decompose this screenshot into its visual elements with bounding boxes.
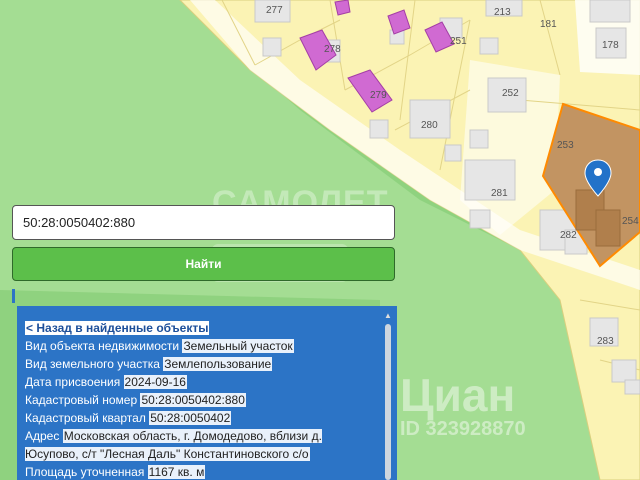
- parcel-label-251: 251: [450, 36, 467, 47]
- back-to-results-link[interactable]: < Назад в найденные объекты: [25, 321, 210, 335]
- info-row-cadastral-quarter: Кадастровый квартал 50:28:0050402: [25, 409, 377, 427]
- info-row-cadastral-number: Кадастровый номер 50:28:0050402:880: [25, 391, 377, 409]
- scroll-thumb[interactable]: [385, 324, 391, 480]
- info-label: Вид земельного участка: [25, 357, 160, 371]
- parcel-label-278: 278: [324, 44, 341, 55]
- parcel-label-277: 277: [266, 5, 283, 16]
- parcel-label-283: 283: [597, 336, 614, 347]
- info-label: Адрес: [25, 429, 60, 443]
- info-value: Московская область, г. Домодедово, вблиз…: [25, 429, 322, 461]
- info-value: 50:28:0050402:880: [140, 393, 246, 407]
- parcel-label-213: 213: [494, 7, 511, 18]
- parcel-label-253: 253: [557, 140, 574, 151]
- info-row-area: Площадь уточненная 1167 кв. м: [25, 463, 377, 480]
- info-label: Вид объекта недвижимости: [25, 339, 180, 353]
- find-button[interactable]: Найти: [12, 247, 395, 281]
- info-label: Кадастровый номер: [25, 393, 138, 407]
- parcel-label-252: 252: [502, 88, 519, 99]
- parcel-label-178: 178: [602, 40, 619, 51]
- object-info-content: < Назад в найденные объекты Вид объекта …: [25, 319, 377, 480]
- info-row-address: Адрес Московская область, г. Домодедово,…: [25, 427, 377, 463]
- info-value: 50:28:0050402: [149, 411, 232, 425]
- info-row-object-type: Вид объекта недвижимости Земельный участ…: [25, 337, 377, 355]
- info-value: 2024-09-16: [123, 375, 187, 389]
- info-label: Дата присвоения: [25, 375, 121, 389]
- parcel-label-281: 281: [491, 188, 508, 199]
- parcel-label-282: 282: [560, 230, 577, 241]
- cadastral-search-input[interactable]: [12, 205, 395, 240]
- info-row-assign-date: Дата присвоения 2024-09-16: [25, 373, 377, 391]
- info-row-parcel-type: Вид земельного участка Землепользование: [25, 355, 377, 373]
- info-value: Землепользование: [163, 357, 273, 371]
- parcel-label-280: 280: [421, 120, 438, 131]
- object-info-panel: < Назад в найденные объекты Вид объекта …: [17, 306, 397, 480]
- panel-edge-marker: [12, 289, 15, 303]
- info-value: 1167 кв. м: [147, 465, 206, 479]
- parcel-label-254: 254: [622, 216, 639, 227]
- info-scrollbar[interactable]: ▲: [383, 312, 393, 480]
- info-value: Земельный участок: [182, 339, 294, 353]
- parcel-label-181: 181: [540, 19, 557, 30]
- info-label: Кадастровый квартал: [25, 411, 146, 425]
- parcel-label-279: 279: [370, 90, 387, 101]
- scroll-up-icon[interactable]: ▲: [383, 312, 393, 320]
- info-label: Площадь уточненная: [25, 465, 145, 479]
